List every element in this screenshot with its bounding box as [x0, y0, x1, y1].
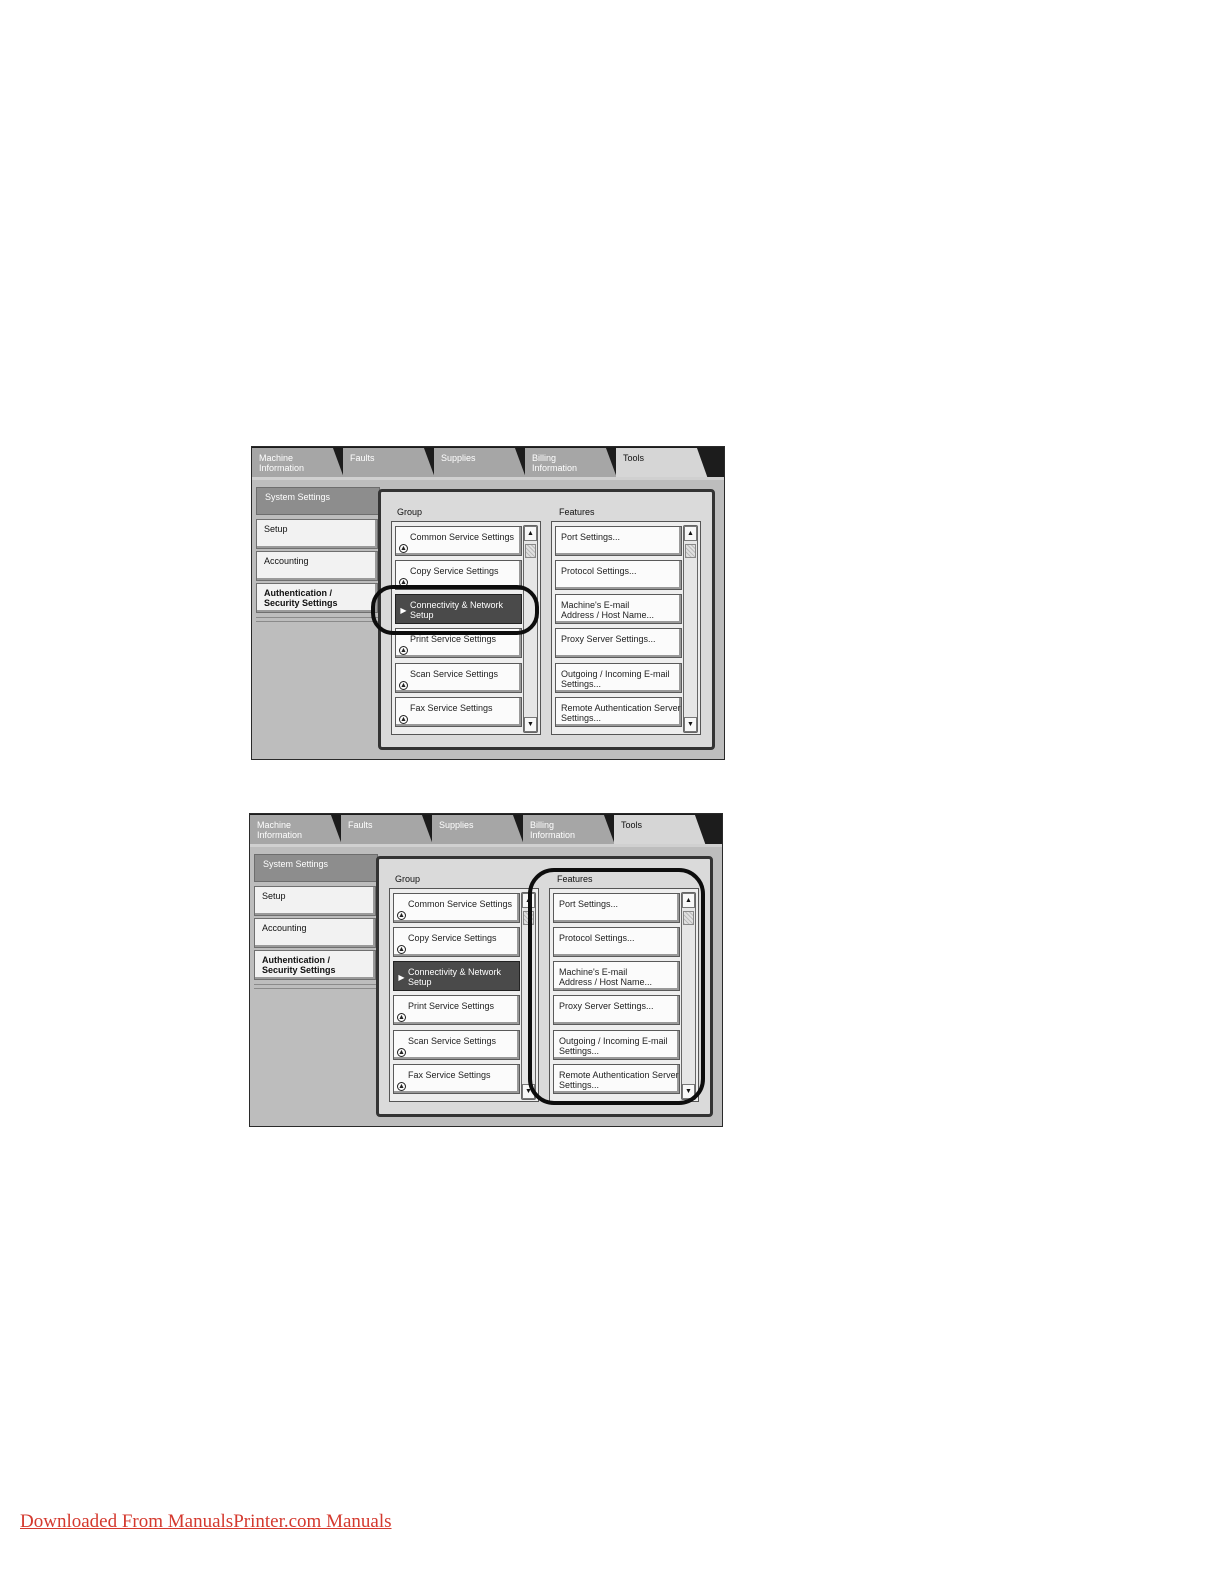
- group-item-common-service[interactable]: ▲ Common Service Settings: [393, 893, 520, 923]
- left-menu-divider: [256, 621, 378, 622]
- feature-email-host-name[interactable]: Machine's E-mail Address / Host Name...: [555, 594, 682, 624]
- play-arrow-icon: ▶: [398, 973, 405, 982]
- scroll-up-arrow-icon[interactable]: ▲: [524, 526, 537, 541]
- left-menu-divider: [256, 617, 378, 618]
- tab-tools[interactable]: Tools: [616, 448, 708, 479]
- service-circle-icon: ▲: [399, 646, 408, 655]
- group-item-label: Scan Service Settings: [410, 669, 499, 679]
- tab-machine-information[interactable]: Machine Information: [250, 815, 342, 845]
- feature-email-settings[interactable]: Outgoing / Incoming E-mail Settings...: [555, 663, 682, 693]
- group-item-fax-service[interactable]: ▲ Fax Service Settings: [393, 1064, 520, 1094]
- group-item-common-service[interactable]: ▲ Common Service Settings: [395, 526, 522, 556]
- tab-bar: Machine Information Faults Supplies Bill…: [252, 447, 724, 479]
- tab-underline: [250, 844, 722, 847]
- tab-supplies[interactable]: Supplies: [434, 448, 526, 478]
- group-item-print-service[interactable]: ▲ Print Service Settings: [393, 995, 520, 1025]
- tab-tools[interactable]: Tools: [614, 815, 706, 846]
- tab-faults[interactable]: Faults: [341, 815, 433, 845]
- group-label: Group: [395, 874, 421, 884]
- group-item-label: Connectivity & Network Setup: [408, 967, 502, 987]
- group-item-label: Copy Service Settings: [408, 933, 497, 943]
- group-item-connectivity-network[interactable]: ▶ Connectivity & Network Setup: [393, 961, 520, 991]
- group-item-label: Copy Service Settings: [410, 566, 499, 576]
- callout-features: [528, 868, 705, 1105]
- left-menu-header[interactable]: System Settings: [254, 854, 378, 882]
- left-menu-item-setup[interactable]: Setup: [254, 886, 376, 916]
- group-item-label: Fax Service Settings: [408, 1070, 491, 1080]
- group-item-label: Scan Service Settings: [408, 1036, 497, 1046]
- service-circle-icon: ▲: [397, 945, 406, 954]
- left-menu: System Settings Setup Accounting Authent…: [256, 487, 380, 757]
- service-circle-icon: ▲: [399, 544, 408, 553]
- tab-bar: Machine Information Faults Supplies Bill…: [250, 814, 722, 846]
- scroll-up-arrow-icon[interactable]: ▲: [684, 526, 697, 541]
- scroll-down-arrow-icon[interactable]: ▼: [684, 717, 697, 732]
- group-item-scan-service[interactable]: ▲ Scan Service Settings: [393, 1030, 520, 1060]
- callout-connectivity-network: [371, 585, 539, 635]
- left-menu-item-accounting[interactable]: Accounting: [254, 918, 376, 948]
- tab-billing-information[interactable]: Billing Information: [525, 448, 617, 478]
- group-item-label: Common Service Settings: [408, 899, 513, 909]
- group-item-fax-service[interactable]: ▲ Fax Service Settings: [395, 697, 522, 727]
- service-circle-icon: ▲: [397, 911, 406, 920]
- group-item-label: Print Service Settings: [410, 634, 497, 644]
- feature-port-settings[interactable]: Port Settings...: [555, 526, 682, 556]
- group-item-label: Fax Service Settings: [410, 703, 493, 713]
- service-circle-icon: ▲: [399, 681, 408, 690]
- tab-supplies[interactable]: Supplies: [432, 815, 524, 845]
- left-menu-header[interactable]: System Settings: [256, 487, 380, 515]
- service-circle-icon: ▲: [397, 1082, 406, 1091]
- features-scrollbar[interactable]: ▲ ▼: [683, 525, 698, 733]
- service-circle-icon: ▲: [397, 1013, 406, 1022]
- group-list: ▲ Common Service Settings ▲ Copy Service…: [389, 888, 539, 1102]
- left-menu-item-authentication[interactable]: Authentication / Security Settings: [254, 950, 376, 980]
- service-circle-icon: ▲: [399, 715, 408, 724]
- scroll-down-arrow-icon[interactable]: ▼: [524, 717, 537, 732]
- tab-underline: [252, 477, 724, 480]
- left-menu-divider: [254, 988, 376, 989]
- tab-faults[interactable]: Faults: [343, 448, 435, 478]
- service-circle-icon: ▲: [397, 1048, 406, 1057]
- scroll-thumb[interactable]: [685, 544, 696, 558]
- group-label: Group: [397, 507, 423, 517]
- footer-download-link[interactable]: Downloaded From ManualsPrinter.com Manua…: [20, 1511, 392, 1533]
- feature-proxy-server[interactable]: Proxy Server Settings...: [555, 628, 682, 658]
- tab-machine-information[interactable]: Machine Information: [252, 448, 344, 478]
- left-menu-item-setup[interactable]: Setup: [256, 519, 378, 549]
- group-item-label: Print Service Settings: [408, 1001, 495, 1011]
- left-menu-item-authentication[interactable]: Authentication / Security Settings: [256, 583, 378, 613]
- features-label: Features: [559, 507, 595, 517]
- scroll-thumb[interactable]: [525, 544, 536, 558]
- group-item-copy-service[interactable]: ▲ Copy Service Settings: [393, 927, 520, 957]
- group-item-label: Common Service Settings: [410, 532, 515, 542]
- group-item-scan-service[interactable]: ▲ Scan Service Settings: [395, 663, 522, 693]
- features-list: Port Settings... Protocol Settings... Ma…: [551, 521, 701, 735]
- feature-protocol-settings[interactable]: Protocol Settings...: [555, 560, 682, 590]
- feature-remote-auth-server[interactable]: Remote Authentication Server Settings...: [555, 697, 682, 727]
- left-menu-divider: [254, 984, 376, 985]
- left-menu: System Settings Setup Accounting Authent…: [254, 854, 378, 1124]
- tab-billing-information[interactable]: Billing Information: [523, 815, 615, 845]
- left-menu-item-accounting[interactable]: Accounting: [256, 551, 378, 581]
